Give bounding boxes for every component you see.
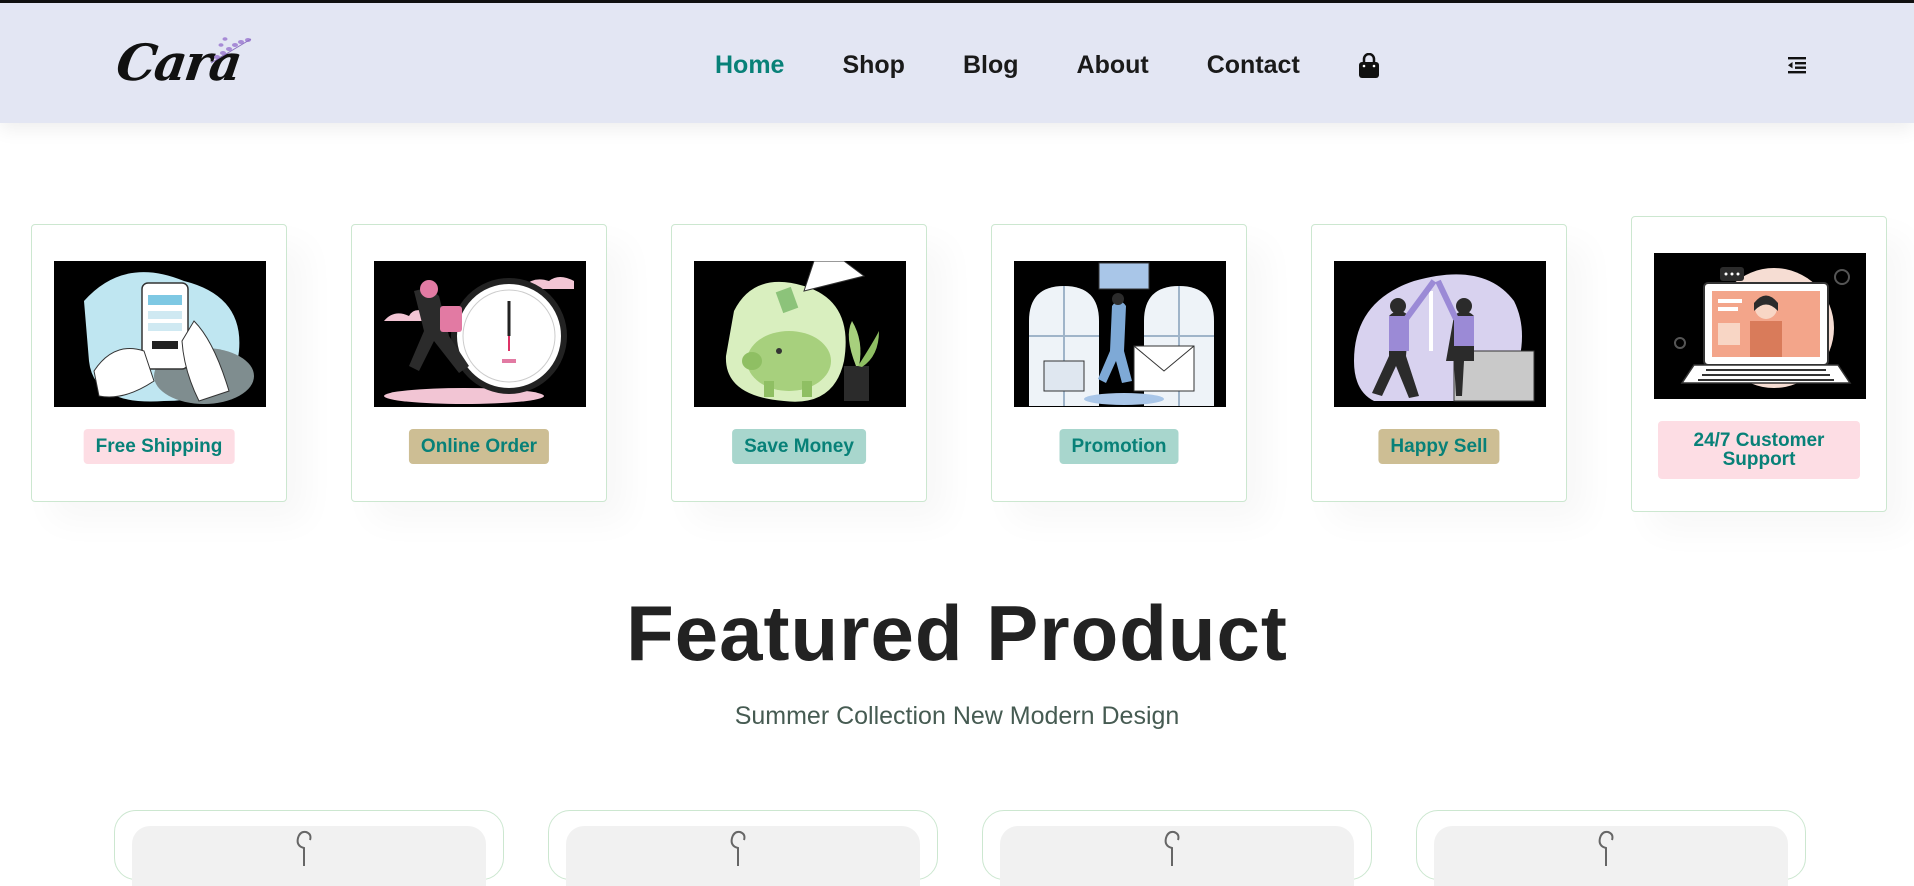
nav-blog[interactable]: Blog: [963, 51, 1019, 80]
product-card[interactable]: [1416, 810, 1806, 886]
navbar: Cara Home Shop Blog About Contact: [0, 3, 1914, 123]
section-title: Featured Product: [626, 589, 1288, 677]
running-clock-illustration: [374, 261, 586, 407]
feature-label: 24/7 Customer Support: [1658, 421, 1860, 479]
phone-payment-illustration: [54, 261, 266, 407]
nav-contact[interactable]: Contact: [1207, 51, 1300, 80]
brand-logo[interactable]: Cara: [113, 27, 257, 97]
product-card[interactable]: [982, 810, 1372, 886]
laptop-support-illustration: [1654, 253, 1866, 399]
lavender-sprig-icon: [210, 37, 252, 64]
hanger-icon: [730, 830, 746, 866]
product-image: [1434, 826, 1788, 886]
feature-box-promotion[interactable]: Promotion: [991, 224, 1247, 502]
feature-label: Promotion: [1059, 429, 1179, 464]
piggy-bank-illustration: [694, 261, 906, 407]
feature-label: Free Shipping: [83, 429, 235, 464]
product-card[interactable]: [114, 810, 504, 886]
high-five-illustration: [1334, 261, 1546, 407]
feature-label: Save Money: [732, 429, 866, 464]
feature-box-customer-support[interactable]: 24/7 Customer Support: [1631, 216, 1887, 512]
product-image: [132, 826, 486, 886]
gift-promotion-illustration: [1014, 261, 1226, 407]
feature-box-online-order[interactable]: Online Order: [351, 224, 607, 502]
product-card[interactable]: [548, 810, 938, 886]
section-subtitle: Summer Collection New Modern Design: [734, 702, 1180, 730]
menu-outdent-icon[interactable]: [1785, 53, 1809, 77]
hanger-icon: [1164, 830, 1180, 866]
hanger-icon: [296, 830, 312, 866]
shopping-bag-icon[interactable]: [1358, 53, 1380, 79]
feature-box-free-shipping[interactable]: Free Shipping: [31, 224, 287, 502]
feature-label: Online Order: [408, 429, 550, 464]
main-nav: Home Shop Blog About Contact: [715, 49, 1380, 81]
product-image: [1000, 826, 1354, 886]
feature-label: Happy Sell: [1378, 429, 1500, 464]
hanger-icon: [1598, 830, 1614, 866]
nav-home[interactable]: Home: [715, 51, 784, 80]
nav-about[interactable]: About: [1077, 51, 1149, 80]
product-image: [566, 826, 920, 886]
feature-box-save-money[interactable]: Save Money: [671, 224, 927, 502]
nav-shop[interactable]: Shop: [842, 51, 905, 80]
feature-box-happy-sell[interactable]: Happy Sell: [1311, 224, 1567, 502]
